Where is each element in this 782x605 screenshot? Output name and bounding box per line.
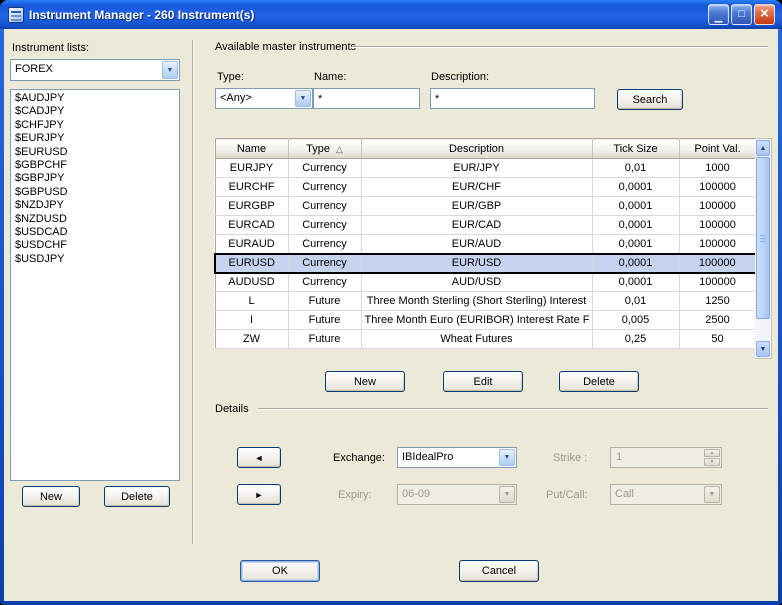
description-label: Description:	[431, 71, 490, 83]
type-label: Type:	[217, 71, 244, 83]
expiry-combo-value: 06-09	[402, 488, 431, 500]
details-group-label: Details	[215, 403, 249, 415]
name-filter-input[interactable]	[313, 88, 420, 109]
close-button[interactable]: ×	[754, 4, 775, 25]
list-item[interactable]: $USDJPY	[12, 253, 178, 266]
left-arrow-icon: ◄	[254, 452, 264, 463]
details-separator-line	[258, 408, 768, 410]
chevron-down-icon: ▼	[499, 486, 515, 503]
table-row-selected[interactable]: EURUSD Currency EUR/USD 0,0001 100000	[214, 252, 757, 274]
search-button[interactable]: Search	[617, 89, 683, 110]
titlebar-buttons: ▁ □ ×	[708, 4, 775, 25]
master-instruments-group-label: Available master instruments	[215, 41, 357, 53]
list-item[interactable]: $USDCAD	[12, 226, 178, 239]
list-item[interactable]: $GBPUSD	[12, 186, 178, 199]
list-item[interactable]: $AUDJPY	[12, 92, 178, 105]
maximize-icon: □	[738, 8, 745, 20]
col-header-name[interactable]: Name	[215, 138, 289, 159]
type-filter-value: <Any>	[220, 92, 252, 104]
putcall-combo-value: Call	[615, 488, 634, 500]
move-left-button[interactable]: ◄	[237, 447, 281, 468]
move-right-button[interactable]: ►	[237, 484, 281, 505]
right-arrow-icon: ►	[254, 489, 264, 500]
list-delete-button[interactable]: Delete	[104, 486, 170, 507]
table-row[interactable]: EURGBP Currency EUR/GBP 0,0001 100000	[215, 196, 757, 216]
list-new-button[interactable]: New	[22, 486, 80, 507]
instrument-new-button[interactable]: New	[325, 371, 405, 392]
table-row[interactable]: L Future Three Month Sterling (Short Sterl…	[215, 291, 757, 311]
putcall-label: Put/Call:	[546, 489, 588, 501]
titlebar[interactable]: Instrument Manager - 260 Instrument(s) ▁…	[0, 0, 782, 29]
exchange-combo-value: IBIdealPro	[402, 451, 454, 463]
window-title: Instrument Manager - 260 Instrument(s)	[29, 7, 255, 22]
list-item[interactable]: $GBPCHF	[12, 159, 178, 172]
list-item[interactable]: $CHFJPY	[12, 119, 178, 132]
list-item[interactable]: $USDCHF	[12, 239, 178, 252]
table-row[interactable]: EURJPY Currency EUR/JPY 0,01 1000	[215, 158, 757, 178]
sort-asc-icon: △	[335, 143, 343, 154]
col-header-tick-size[interactable]: Tick Size	[592, 138, 680, 159]
instruments-table: Name Type △ Description Tick Size Point V…	[214, 138, 757, 349]
strike-spinner: 1 ▲ ▼	[610, 447, 722, 468]
table-row[interactable]: EURAUD Currency EUR/AUD 0,0001 100000	[215, 234, 757, 254]
spinner-down-icon: ▼	[704, 458, 720, 466]
putcall-combo: Call ▼	[610, 484, 722, 505]
maximize-button[interactable]: □	[731, 4, 752, 25]
instrument-delete-button[interactable]: Delete	[559, 371, 639, 392]
col-header-point-val[interactable]: Point Val.	[679, 138, 757, 159]
col-header-label: Point Val.	[694, 142, 741, 155]
name-label: Name:	[314, 71, 347, 83]
col-header-label: Description	[448, 142, 505, 155]
expiry-label: Expiry:	[338, 489, 372, 501]
table-row[interactable]: EURCHF Currency EUR/CHF 0,0001 100000	[215, 177, 757, 197]
cancel-button[interactable]: Cancel	[459, 560, 539, 582]
expiry-combo: 06-09 ▼	[397, 484, 517, 505]
type-filter-combo[interactable]: <Any> ▼	[215, 88, 313, 109]
screen: Instrument Manager - 260 Instrument(s) ▁…	[0, 0, 782, 605]
chevron-down-icon[interactable]: ▼	[162, 61, 178, 79]
col-header-label: Type	[306, 142, 330, 155]
description-filter-input[interactable]	[430, 88, 595, 109]
minimize-icon: ▁	[714, 11, 723, 23]
col-header-description[interactable]: Description	[361, 138, 593, 159]
instrument-edit-button[interactable]: Edit	[443, 371, 523, 392]
panel-separator-line	[192, 40, 194, 544]
col-header-label: Name	[236, 142, 267, 155]
strike-label: Strike :	[553, 452, 588, 464]
scrollbar-thumb[interactable]	[756, 157, 770, 319]
instrument-list-combo[interactable]: FOREX ▼	[10, 59, 180, 81]
close-icon: ×	[760, 5, 769, 22]
list-item[interactable]: $GBPJPY	[12, 172, 178, 185]
chevron-down-icon: ▼	[704, 486, 720, 503]
table-row[interactable]: I Future Three Month Euro (EURIBOR) Intere…	[215, 310, 757, 330]
table-row[interactable]: EURCAD Currency EUR/CAD 0,0001 100000	[215, 215, 757, 235]
scroll-up-icon[interactable]: ▲	[756, 140, 770, 156]
instrument-list-box[interactable]: $AUDJPY $CADJPY $CHFJPY $EURJPY $EURUSD …	[10, 89, 180, 481]
instrument-lists-label: Instrument lists:	[12, 42, 90, 54]
list-item[interactable]: $NZDUSD	[12, 213, 178, 226]
chevron-down-icon[interactable]: ▼	[295, 90, 311, 107]
list-item[interactable]: $CADJPY	[12, 105, 178, 118]
list-item[interactable]: $NZDJPY	[12, 199, 178, 212]
list-item[interactable]: $EURUSD	[12, 146, 178, 159]
instrument-list-combo-value: FOREX	[15, 63, 53, 75]
exchange-combo[interactable]: IBIdealPro ▼	[397, 447, 517, 468]
minimize-button[interactable]: ▁	[708, 4, 729, 25]
strike-value: 1	[616, 451, 623, 463]
group-separator-line	[352, 46, 768, 48]
scroll-down-icon[interactable]: ▼	[756, 341, 770, 357]
chevron-down-icon[interactable]: ▼	[499, 449, 515, 466]
col-header-label: Tick Size	[613, 142, 658, 155]
ok-button[interactable]: OK	[240, 560, 320, 582]
table-header: Name Type △ Description Tick Size Point V…	[215, 138, 757, 159]
table-row[interactable]: ZW Future Wheat Futures 0,25 50	[215, 329, 757, 349]
table-row[interactable]: AUDUSD Currency AUD/USD 0,0001 100000	[215, 272, 757, 292]
col-header-type[interactable]: Type △	[288, 138, 362, 159]
exchange-label: Exchange:	[333, 452, 385, 464]
app-icon	[8, 6, 24, 23]
spinner-buttons: ▲ ▼	[704, 449, 720, 466]
table-scrollbar[interactable]: ▲ ▼	[755, 138, 772, 359]
spinner-up-icon: ▲	[704, 449, 720, 457]
list-item[interactable]: $EURJPY	[12, 132, 178, 145]
